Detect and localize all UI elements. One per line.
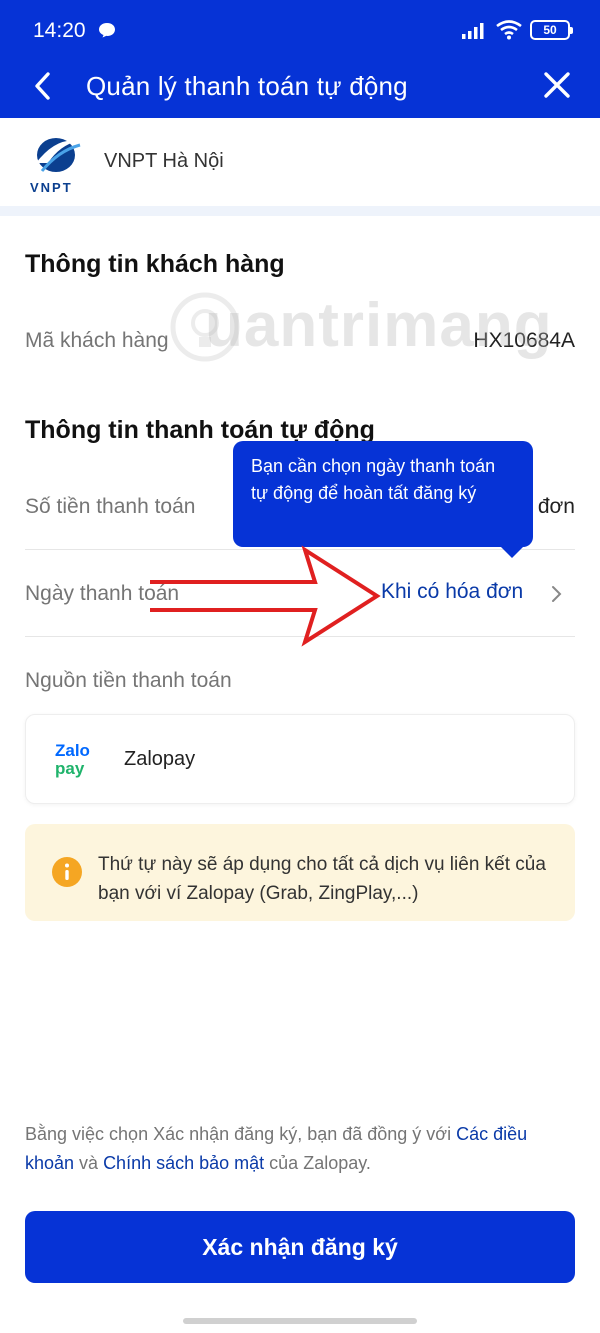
date-required-tooltip: Bạn cần chọn ngày thanh toán tự động để …	[233, 441, 533, 547]
merchant-name: VNPT Hà Nội	[104, 150, 224, 172]
close-icon[interactable]	[542, 70, 572, 100]
chat-notification-icon	[99, 23, 115, 38]
app-header: 14:20 50 Quản lý thanh toán tự động	[0, 0, 600, 118]
payment-source-name: Zalopay	[124, 748, 196, 770]
terms-prefix: Bằng việc chọn Xác nhận đăng ký, bạn đã …	[25, 1124, 457, 1144]
vnpt-logo-text: VNPT	[30, 180, 73, 195]
chevron-right-icon	[552, 586, 562, 602]
amount-label: Số tiền thanh toán	[25, 495, 196, 518]
signal-icon	[462, 23, 484, 39]
svg-text:pay: pay	[55, 759, 85, 778]
customer-code-label: Mã khách hàng	[25, 329, 169, 352]
tooltip-text: Bạn cần chọn ngày thanh toán tự động để …	[251, 456, 496, 503]
payment-source-label: Nguồn tiền thanh toán	[25, 669, 232, 692]
terms-text: Bằng việc chọn Xác nhận đăng ký, bạn đã …	[25, 1120, 580, 1178]
svg-text:Zalo: Zalo	[55, 741, 90, 760]
zalopay-logo-icon: Zalo pay	[55, 741, 90, 778]
customer-info-title: Thông tin khách hàng	[25, 250, 285, 278]
section-divider	[0, 206, 600, 216]
terms-suffix: của Zalopay.	[264, 1153, 371, 1173]
status-indicators: 50	[462, 20, 573, 40]
payment-source-card[interactable]	[25, 714, 575, 804]
battery-icon: 50	[530, 20, 573, 40]
amount-value: đơn	[537, 495, 575, 518]
confirm-registration-button[interactable]: Xác nhận đăng ký	[25, 1211, 575, 1283]
tooltip-tail	[500, 546, 524, 558]
page-title: Quản lý thanh toán tự động	[86, 71, 408, 101]
watermark-text: uantrimang	[205, 291, 553, 360]
payment-date-value[interactable]: Khi có hóa đơn	[381, 580, 523, 604]
battery-level: 50	[543, 23, 557, 37]
back-arrow-icon[interactable]	[30, 70, 58, 102]
status-time: 14:20	[33, 19, 86, 42]
home-indicator[interactable]	[183, 1318, 417, 1324]
info-icon	[52, 857, 82, 887]
merchant-bar	[0, 118, 600, 206]
terms-middle: và	[74, 1153, 104, 1173]
notice-text: Thứ tự này sẽ áp dụng cho tất cả dịch vụ…	[98, 854, 546, 904]
wifi-icon	[496, 20, 522, 40]
red-annotation-arrow-icon	[150, 545, 381, 647]
privacy-policy-link[interactable]: Chính sách bảo mật	[103, 1153, 264, 1173]
